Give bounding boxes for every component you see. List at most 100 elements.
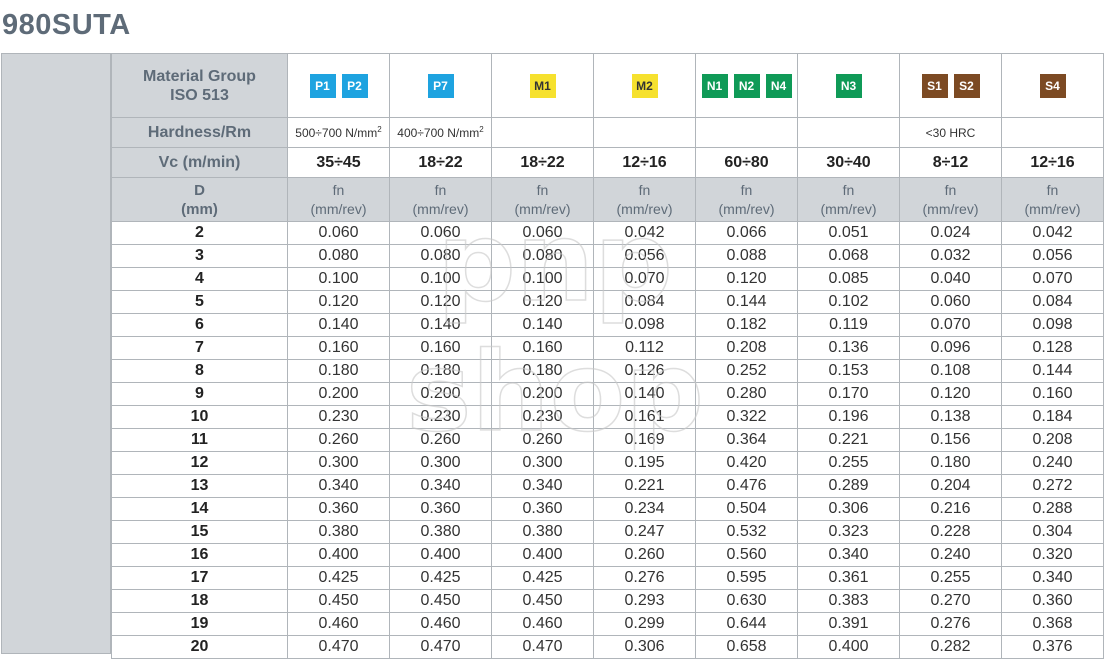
hardness-cell [1001,117,1104,148]
feed-value-cell: 0.070 [593,267,696,291]
feed-value-cell: 0.128 [1001,336,1104,360]
table-row: 19 0.460 0.460 0.460 0.299 0.644 0.391 0.276 0.3… [111,612,1104,636]
fn-unit-cell: fn (mm/rev) [695,177,798,222]
vc-cell: 60÷80 [695,147,798,178]
feed-value-cell: 0.085 [797,267,900,291]
feed-value-cell: 0.108 [899,359,1002,383]
hardness-exponent: 2 [377,125,382,134]
feed-value-cell: 0.360 [1001,589,1104,613]
feed-value-cell: 0.096 [899,336,1002,360]
feed-value-cell: 0.144 [695,290,798,314]
feed-value-cell: 0.068 [797,244,900,268]
feed-value-cell: 0.304 [1001,520,1104,544]
feed-value-cell: 0.630 [695,589,798,613]
table-row: 7 0.160 0.160 0.160 0.112 0.208 0.136 0.096 0.12… [111,336,1104,360]
feed-value-cell: 0.120 [389,290,492,314]
diameter-cell: 7 [111,336,288,360]
fn-unit: (mm/rev) [718,200,775,217]
material-group-label-line: ISO 513 [170,86,229,104]
fn-unit-cell: fn (mm/rev) [389,177,492,222]
feed-value-cell: 0.208 [1001,428,1104,452]
feed-value-cell: 0.400 [491,543,594,567]
material-badge-p1: P1 [309,73,336,98]
feed-value-cell: 0.340 [491,474,594,498]
material-group-cell: S4 [1001,53,1104,118]
feed-value-cell: 0.060 [899,290,1002,314]
feed-value-cell: 0.340 [287,474,390,498]
feed-value-cell: 0.300 [389,451,492,475]
vc-cell: 30÷40 [797,147,900,178]
fn-label: fn [536,181,549,198]
feed-value-cell: 0.272 [1001,474,1104,498]
feed-value-cell: 0.228 [899,520,1002,544]
side-panel [1,53,111,654]
feed-value-cell: 0.280 [695,382,798,406]
hardness-row: Hardness/Rm 500÷700 N/mm2 400÷700 N/mm2 <3… [111,117,1104,148]
feed-value-cell: 0.160 [389,336,492,360]
feed-value-cell: 0.425 [491,566,594,590]
feed-value-cell: 0.119 [797,313,900,337]
feed-value-cell: 0.368 [1001,612,1104,636]
vc-cell: 35÷45 [287,147,390,178]
fn-unit: (mm/rev) [616,200,673,217]
diameter-cell: 8 [111,359,288,383]
feed-value-cell: 0.221 [797,428,900,452]
diameter-cell: 17 [111,566,288,590]
feed-value-cell: 0.180 [287,359,390,383]
feed-value-cell: 0.376 [1001,635,1104,659]
feed-value-cell: 0.126 [593,359,696,383]
table-row: 15 0.380 0.380 0.380 0.247 0.532 0.323 0.228 0.3… [111,520,1104,544]
material-badge-s1: S1 [921,73,948,98]
fn-label: fn [1046,181,1059,198]
feed-value-cell: 0.024 [899,221,1002,245]
feed-value-cell: 0.051 [797,221,900,245]
table-row: 11 0.260 0.260 0.260 0.169 0.364 0.221 0.156 0.2… [111,428,1104,452]
feed-value-cell: 0.102 [797,290,900,314]
material-badge-n4: N4 [765,73,792,98]
feed-value-cell: 0.323 [797,520,900,544]
material-group-row: Material Group ISO 513 P1 P2 P7 M1 M2 N1 N2 N4 N… [111,53,1104,118]
material-badge-p2: P2 [341,73,368,98]
feed-value-cell: 0.391 [797,612,900,636]
hardness-value: 500÷700 N/mm [295,126,378,140]
vc-cell: 12÷16 [1001,147,1104,178]
fn-unit: (mm/rev) [1024,200,1081,217]
feed-value-cell: 0.255 [899,566,1002,590]
diameter-cell: 5 [111,290,288,314]
vc-cell: 18÷22 [491,147,594,178]
material-group-cell: S1 S2 [899,53,1002,118]
hardness-value: <30 HRC [925,125,976,140]
diameter-cell: 11 [111,428,288,452]
feed-value-cell: 0.460 [389,612,492,636]
hardness-cell: <30 HRC [899,117,1002,148]
diameter-cell: 6 [111,313,288,337]
feed-value-cell: 0.658 [695,635,798,659]
feed-value-cell: 0.340 [389,474,492,498]
table-row: 2 0.060 0.060 0.060 0.042 0.066 0.051 0.024 0.04… [111,221,1104,245]
diameter-cell: 2 [111,221,288,245]
material-badge-n2: N2 [733,73,760,98]
feed-value-cell: 0.247 [593,520,696,544]
material-badge-m2: M2 [631,73,658,98]
feed-value-cell: 0.380 [287,520,390,544]
feed-value-cell: 0.070 [899,313,1002,337]
feed-value-cell: 0.080 [389,244,492,268]
fn-unit-cell: fn (mm/rev) [797,177,900,222]
feed-value-cell: 0.100 [389,267,492,291]
diameter-cell: 14 [111,497,288,521]
feed-value-cell: 0.360 [389,497,492,521]
table-row: 17 0.425 0.425 0.425 0.276 0.595 0.361 0.255 0.3… [111,566,1104,590]
feed-value-cell: 0.200 [389,382,492,406]
fn-unit: (mm/rev) [514,200,571,217]
feed-value-cell: 0.180 [491,359,594,383]
feed-value-cell: 0.240 [899,543,1002,567]
diameter-cell: 4 [111,267,288,291]
material-group-label: Material Group ISO 513 [111,53,288,118]
feed-value-cell: 0.234 [593,497,696,521]
feed-value-cell: 0.056 [1001,244,1104,268]
feed-value-cell: 0.288 [1001,497,1104,521]
feed-value-cell: 0.300 [491,451,594,475]
hardness-cell [593,117,696,148]
feed-value-cell: 0.400 [287,543,390,567]
feed-value-cell: 0.140 [389,313,492,337]
